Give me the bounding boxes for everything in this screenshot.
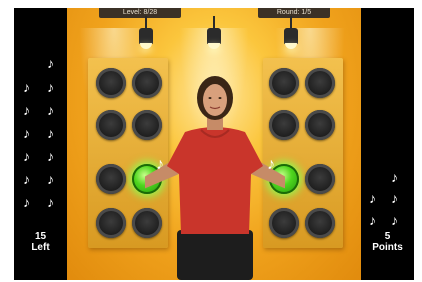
music-note-icon: ♪ — [391, 190, 398, 206]
panel-button[interactable] — [305, 208, 335, 238]
panel-button[interactable] — [96, 208, 126, 238]
panel-button[interactable] — [96, 110, 126, 140]
music-note-icon: ♪ — [47, 148, 54, 164]
music-note-icon: ♪ — [47, 79, 54, 95]
spotlight-icon — [206, 16, 222, 56]
points-label: Points — [372, 242, 403, 253]
music-note-icon: ♪ — [369, 190, 376, 206]
notes-left-value: 15 — [34, 231, 47, 242]
panel-button[interactable] — [96, 164, 126, 194]
music-note-icon: ♪ — [47, 55, 54, 71]
game-screen: ♪ ♪ ♪ ♪ ♪ ♪ ♪ ♪ ♪ ♪ ♪ ♪ ♪ 15 Left Level:… — [14, 8, 414, 280]
music-note-icon: ♪ — [23, 102, 30, 118]
notes-left-sidebar: ♪ ♪ ♪ ♪ ♪ ♪ ♪ ♪ ♪ ♪ ♪ ♪ ♪ 15 Left — [14, 8, 67, 280]
music-note-icon: ♪ — [47, 102, 54, 118]
music-note-icon: ♪ — [391, 212, 398, 228]
notes-left-label: Left — [31, 242, 50, 253]
spotlight-icon — [138, 16, 154, 56]
music-note-icon: ♪ — [391, 169, 398, 185]
spotlight-icon — [283, 16, 299, 56]
music-note-icon: ♪ — [23, 148, 30, 164]
music-note-icon: ♪ — [47, 194, 54, 210]
music-note-icon: ♪ — [267, 156, 275, 173]
music-note-icon: ♪ — [369, 212, 376, 228]
music-note-icon: ♪ — [47, 171, 54, 187]
panel-button[interactable] — [96, 68, 126, 98]
panel-button[interactable] — [305, 110, 335, 140]
game-stage: Level: 8/28 Round: 1/5 ♪ ♪ — [67, 8, 361, 280]
music-note-icon: ♪ — [23, 125, 30, 141]
music-note-icon: ♪ — [47, 125, 54, 141]
music-note-icon: ♪ — [23, 171, 30, 187]
panel-button[interactable] — [305, 164, 335, 194]
music-note-icon: ♪ — [23, 79, 30, 95]
music-note-icon: ♪ — [23, 194, 30, 210]
points-value: 5 — [384, 231, 391, 242]
presenter-figure — [145, 76, 285, 280]
music-note-icon: ♪ — [156, 156, 164, 173]
points-sidebar: ♪ ♪ ♪ ♪ ♪ 5 Points — [361, 8, 414, 280]
panel-button[interactable] — [305, 68, 335, 98]
